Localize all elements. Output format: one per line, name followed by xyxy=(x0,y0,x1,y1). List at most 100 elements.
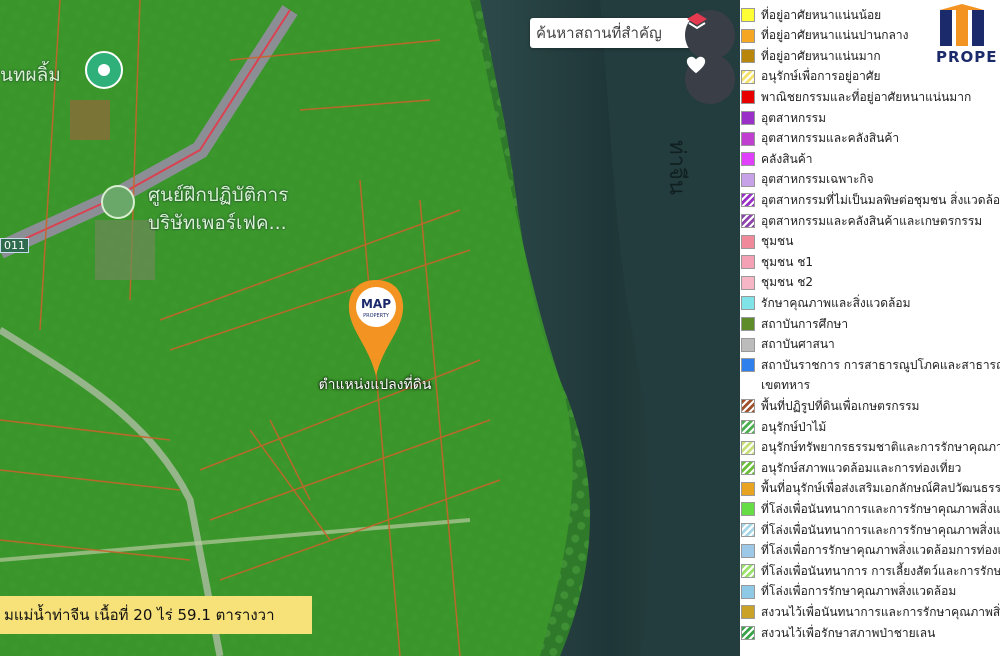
legend-label: อุตสาหกรรมเฉพาะกิจ xyxy=(761,172,874,187)
legend-item: พาณิชยกรรมและที่อยู่อาศัยหนาแน่นมาก xyxy=(740,87,1000,107)
legend-item: ที่โล่งเพื่อการรักษาคุณภาพสิ่งแวดล้อมการ… xyxy=(740,541,1000,561)
legend-label: ที่อยู่อาศัยหนาแน่นปานกลาง xyxy=(761,28,909,43)
legend-swatch xyxy=(741,584,755,599)
legend-item: อุตสาหกรรมและคลังสินค้าและเกษตรกรรม xyxy=(740,211,1000,231)
legend-label: สถาบันศาสนา xyxy=(761,337,835,352)
layers-button[interactable] xyxy=(685,10,735,60)
legend-swatch xyxy=(741,564,755,579)
legend-label: อนุรักษ์ป่าไม้ xyxy=(761,419,827,434)
legend-item: ที่โล่งเพื่อการรักษาคุณภาพสิ่งแวดล้อม xyxy=(740,582,1000,602)
legend-swatch xyxy=(741,90,755,105)
legend-item: อุตสาหกรรมเฉพาะกิจ xyxy=(740,170,1000,190)
info-bar: มแม่น้ำท่าจีน เนื้อที่ 20 ไร่ 59.1 ตาราง… xyxy=(0,596,312,634)
legend-swatch xyxy=(741,69,755,84)
legend-swatch xyxy=(741,152,755,167)
legend-panel: ที่อยู่อาศัยหนาแน่นน้อยที่อยู่อาศัยหนาแน… xyxy=(740,0,1000,656)
legend-label: คลังสินค้า xyxy=(761,151,813,166)
legend-swatch xyxy=(741,28,755,43)
legend-label: สงวนไว้เพื่อรักษาสภาพป่าชายเลน xyxy=(761,625,936,640)
legend-swatch xyxy=(741,8,755,22)
legend-item: รักษาคุณภาพและสิ่งแวดล้อม xyxy=(740,293,1000,313)
legend-swatch xyxy=(741,605,755,620)
legend-swatch xyxy=(741,275,755,290)
legend-swatch xyxy=(741,255,755,270)
legend-item: คลังสินค้า xyxy=(740,149,1000,169)
legend-item: อุตสาหกรรมและคลังสินค้า xyxy=(740,129,1000,149)
legend-label: สถาบันราชการ การสาธารณูปโภคและสาธารณูปกา… xyxy=(761,357,1000,372)
legend-label: อนุรักษ์สภาพแวดล้อมและการท่องเที่ยว xyxy=(761,460,962,475)
legend-swatch xyxy=(741,172,755,187)
legend-item: สถาบันราชการ การสาธารณูปโภคและสาธารณูปกา… xyxy=(740,355,1000,375)
logo-text: PROPE xyxy=(936,48,998,66)
legend-item: ชุมชน xyxy=(740,232,1000,252)
map-view[interactable]: MAP PROPERTY นทผลิ้ม ศูนย์ฝึกปฏิบัติการ … xyxy=(0,0,740,656)
legend-label: ที่โล่งเพื่อนันทนาการและการรักษาคุณภาพสิ… xyxy=(761,522,1000,537)
legend-swatch xyxy=(741,481,755,496)
legend-swatch xyxy=(741,399,755,414)
legend-label: ที่อยู่อาศัยหนาแน่นมาก xyxy=(761,48,881,63)
legend-swatch xyxy=(741,337,755,352)
legend-item: ที่โล่งเพื่อนันทนาการและการรักษาคุณภาพสิ… xyxy=(740,520,1000,540)
search-input[interactable]: ค้นหาสถานที่สำคัญ xyxy=(530,18,700,48)
pin-label: ตำแหน่งแปลงที่ดิน xyxy=(318,377,432,393)
legend-label: พื้นที่อนุรักษ์เพื่อส่งเสริมเอกลักษณ์ศิล… xyxy=(761,481,1000,496)
legend-label: เขตทหาร xyxy=(761,378,811,393)
layers-icon xyxy=(687,13,707,30)
legend-item: อนุรักษ์เพื่อการอยู่อาศัย xyxy=(740,67,1000,87)
legend-label: พาณิชยกรรมและที่อยู่อาศัยหนาแน่นมาก xyxy=(761,89,972,104)
legend-label: ชุมชน ช1 xyxy=(761,254,813,269)
legend-item: อนุรักษ์ป่าไม้ xyxy=(740,417,1000,437)
legend-swatch xyxy=(741,358,755,373)
legend-label: อุตสาหกรรมที่ไม่เป็นมลพิษต่อชุมชน สิ่งแว… xyxy=(761,192,1000,207)
poi-label: บริษัทเพอร์เฟค... xyxy=(148,212,287,234)
legend-swatch xyxy=(741,296,755,311)
legend-item: ที่โล่งเพื่อนันทนาการและการรักษาคุณภาพสิ… xyxy=(740,499,1000,519)
legend-swatch xyxy=(741,440,755,455)
legend-swatch xyxy=(741,420,755,434)
legend-item: ชุมชน ช1 xyxy=(740,252,1000,272)
legend-item: อุตสาหกรรม xyxy=(740,108,1000,128)
legend-swatch xyxy=(741,49,755,64)
legend-item: ชุมชน ช2 xyxy=(740,273,1000,293)
poi-label: นทผลิ้ม xyxy=(0,64,61,86)
heart-icon xyxy=(686,56,706,74)
legend-label: ที่โล่งเพื่อนันทนาการ การเลี้ยงสัตว์และก… xyxy=(761,563,1000,578)
legend-label: ชุมชน xyxy=(761,234,794,249)
legend-item: อนุรักษ์ทรัพยากรธรรมชาติและการรักษาคุณภา… xyxy=(740,438,1000,458)
legend-label: สถาบันการศึกษา xyxy=(761,316,849,331)
legend-swatch xyxy=(741,234,755,249)
legend-item: สงวนไว้เพื่อรักษาสภาพป่าชายเลน xyxy=(740,623,1000,643)
legend-swatch xyxy=(741,543,755,558)
legend-item: สงวนไว้เพื่อนันทนาการและการรักษาคุณภาพสิ… xyxy=(740,602,1000,622)
legend-label: ที่โล่งเพื่อการรักษาคุณภาพสิ่งแวดล้อม xyxy=(761,584,957,599)
legend-label: ที่อยู่อาศัยหนาแน่นน้อย xyxy=(761,7,882,22)
legend-label: อุตสาหกรรมและคลังสินค้า xyxy=(761,131,900,146)
legend-swatch xyxy=(741,523,755,537)
legend-swatch xyxy=(741,131,755,146)
legend-label: ที่โล่งเพื่อการรักษาคุณภาพสิ่งแวดล้อมการ… xyxy=(761,543,1000,558)
legend-label: พื้นที่ปฏิรูปที่ดินเพื่อเกษตรกรรม xyxy=(761,398,920,413)
poi-label: ศูนย์ฝึกปฏิบัติการ xyxy=(148,184,289,206)
legend-item: พื้นที่อนุรักษ์เพื่อส่งเสริมเอกลักษณ์ศิล… xyxy=(740,479,1000,499)
legend-label: อนุรักษ์ทรัพยากรธรรมชาติและการรักษาคุณภา… xyxy=(761,440,1000,455)
legend-item: อนุรักษ์สภาพแวดล้อมและการท่องเที่ยว xyxy=(740,458,1000,478)
legend-label: อุตสาหกรรมและคลังสินค้าและเกษตรกรรม xyxy=(761,213,983,228)
legend-swatch xyxy=(741,626,755,640)
favorite-button[interactable] xyxy=(685,54,735,104)
legend-item: สถาบันการศึกษา xyxy=(740,314,1000,334)
legend-item: สถาบันศาสนา xyxy=(740,335,1000,355)
legend-label: อุตสาหกรรม xyxy=(761,110,827,125)
road-badge: 011 xyxy=(0,238,29,253)
river-label: ท่าจีน xyxy=(663,140,689,195)
legend-swatch xyxy=(741,461,755,476)
legend-swatch xyxy=(741,193,755,208)
logo-mark xyxy=(940,4,984,46)
legend-label: สงวนไว้เพื่อนันทนาการและการรักษาคุณภาพสิ… xyxy=(761,604,1000,619)
legend-swatch xyxy=(741,317,755,331)
legend-swatch xyxy=(741,111,755,125)
legend-swatch xyxy=(741,214,755,228)
legend-label: รักษาคุณภาพและสิ่งแวดล้อม xyxy=(761,295,911,310)
svg-text:PROPERTY: PROPERTY xyxy=(363,313,390,319)
svg-text:MAP: MAP xyxy=(361,297,391,311)
legend-item: พื้นที่ปฏิรูปที่ดินเพื่อเกษตรกรรม xyxy=(740,396,1000,416)
